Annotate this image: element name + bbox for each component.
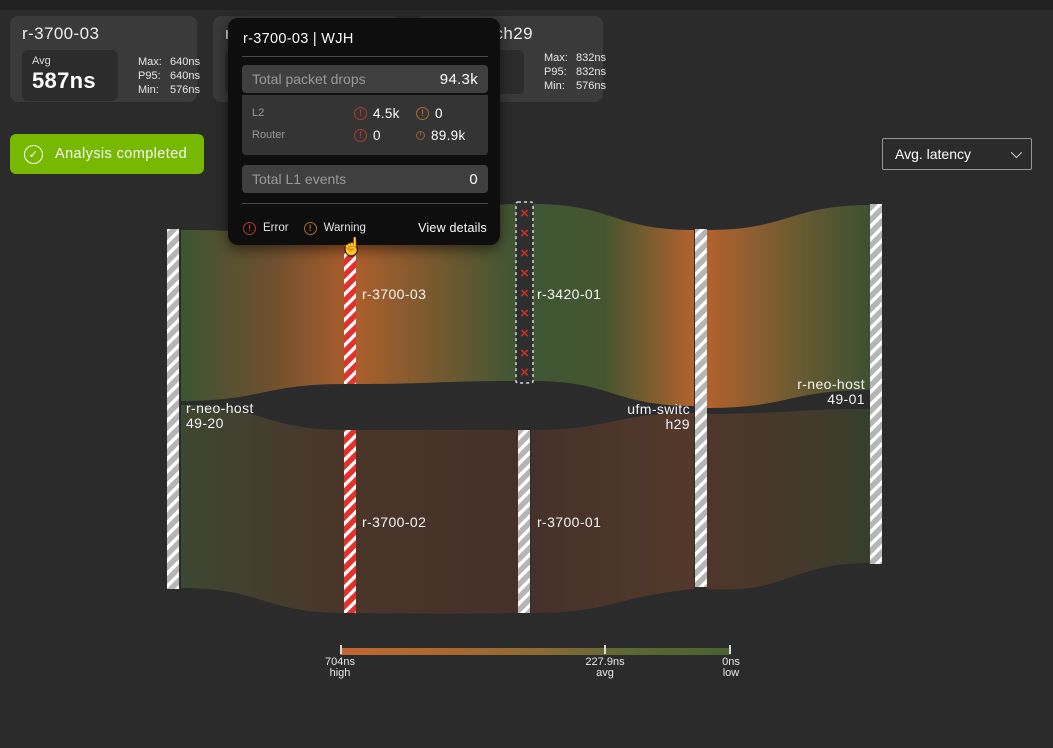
svg-text:×: × [520,305,529,322]
node-r-3700-03[interactable] [344,235,356,384]
wjh-latency-dashboard: × × × × × × × × × r-neo-host49-20 r-3700-03 r-… [0,0,1053,748]
legend-low: 0nslow [696,657,766,678]
avg-value: 587ns [32,68,108,94]
card-stats: Max:832ns P95:832ns Min:576ns [544,51,606,93]
svg-text:×: × [520,325,529,342]
card-stats: Max:640ns P95:640ns Min:576ns [138,55,200,97]
label-r-neo-host-49-01: r-neo-host49-01 [765,377,865,407]
excluded-x-marks: × × × × × × × × × [520,205,529,381]
node-ufm-switch[interactable] [695,229,707,587]
svg-text:×: × [520,245,529,262]
flow-r370001-ufmswitch[interactable] [531,413,694,613]
label-r-neo-host-49-20: r-neo-host49-20 [186,401,254,431]
warning-icon-small: ! [416,131,425,140]
total-l1-events-value: 0 [469,171,478,188]
drop-category-rows: L2 ! 4.5k ! 0 Router ! 0 ! 89.9k [242,95,488,155]
analysis-status-label: Analysis completed [55,146,187,162]
flow-ufmswitch-host4901-low[interactable] [707,409,871,590]
label-r-3420-01: r-3420-01 [537,287,601,302]
tooltip-footer: ! Error ! Warning View details [242,212,488,235]
tooltip-title: r-3700-03 | WJH [242,29,488,56]
label-r-3700-02: r-3700-02 [362,515,426,530]
latency-gradient-bar [340,648,731,655]
warning-icon: ! [416,107,429,120]
metric-card-r-3700-03[interactable]: r-3700-03 Avg 587ns Max:640ns P95:640ns … [10,16,197,102]
view-details-link[interactable]: View details [418,221,487,235]
l2-error-count: 4.5k [373,106,400,121]
drop-row-l2: L2 ! 4.5k ! 0 [252,102,478,124]
legend-tick-low [729,645,731,654]
error-icon: ! [354,129,367,142]
node-r-neo-host-49-20[interactable] [167,229,179,589]
svg-text:×: × [520,364,529,381]
svg-text:×: × [520,225,529,242]
node-r-3700-02[interactable] [344,430,356,613]
tooltip-divider [242,203,488,204]
router-warning-count: 89.9k [431,128,466,143]
legend-tick-avg [604,645,606,654]
node-tooltip: r-3700-03 | WJH Total packet drops 94.3k… [228,18,500,245]
node-r-neo-host-49-01[interactable] [870,204,882,564]
label-r-3700-01: r-3700-01 [537,515,601,530]
legend-tick-high [340,645,342,654]
node-r-3700-01[interactable] [518,430,530,613]
flow-host4920-r370003[interactable] [181,230,345,401]
avg-box: Avg 587ns [22,50,118,101]
analysis-status-button[interactable]: ✓ Analysis completed [10,134,204,174]
total-packet-drops-value: 94.3k [440,71,478,88]
drop-row-router: Router ! 0 ! 89.9k [252,124,478,146]
card-title: r-3700-03 [22,24,187,44]
flow-host4920-r370002[interactable] [181,405,345,613]
chevron-down-icon [1011,147,1022,158]
flow-r342001-ufmswitch[interactable] [533,204,694,406]
total-packet-drops-panel: Total packet drops 94.3k [242,65,488,93]
tooltip-divider [242,56,488,57]
svg-text:×: × [520,265,529,282]
svg-text:×: × [520,205,529,222]
svg-text:×: × [520,345,529,362]
l2-warning-count: 0 [435,106,443,121]
check-circle-icon: ✓ [24,145,43,164]
error-icon: ! [354,107,367,120]
label-r-3700-03: r-3700-03 [362,287,426,302]
label-ufm-switch: ufm-switch29 [600,402,690,432]
total-l1-events-panel: Total L1 events 0 [242,165,488,193]
svg-text:×: × [520,285,529,302]
sankey-diagram: × × × × × × × × × [0,0,1053,748]
warning-legend-icon: ! [304,222,317,235]
legend-high: 704nshigh [305,657,375,678]
legend-avg: 227.9nsavg [570,657,640,678]
error-legend-icon: ! [243,222,256,235]
node-r-3420-01-excluded[interactable]: × × × × × × × × × [516,202,533,383]
metric-select-dropdown[interactable]: Avg. latency [882,138,1032,170]
router-error-count: 0 [373,128,381,143]
metric-select-value: Avg. latency [895,146,971,162]
